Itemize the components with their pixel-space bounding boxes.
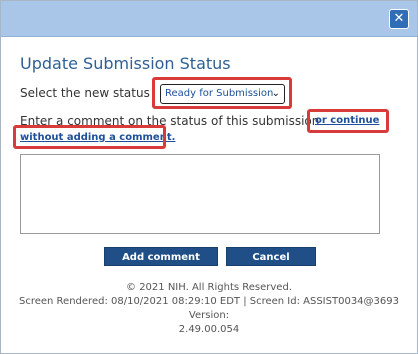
version-label: Version: xyxy=(188,310,230,321)
highlight-continue-link xyxy=(307,109,389,133)
close-icon[interactable]: ✕ xyxy=(389,9,409,29)
select-status-label: Select the new status xyxy=(20,86,150,100)
add-comment-button[interactable]: Add comment xyxy=(104,247,218,266)
highlight-status-select xyxy=(152,77,292,109)
dialog-titlebar: ✕ xyxy=(1,1,417,37)
update-status-dialog: ✕ Update Submission Status Select the ne… xyxy=(0,0,418,354)
dialog-title: Update Submission Status xyxy=(20,54,231,73)
copyright-text: © 2021 NIH. All Rights Reserved. xyxy=(126,282,292,293)
cancel-button[interactable]: Cancel xyxy=(226,247,316,266)
version-value: 2.49.00.054 xyxy=(178,324,240,335)
screen-info-text: Screen Rendered: 08/10/2021 08:29:10 EDT… xyxy=(19,296,399,307)
comment-textarea[interactable] xyxy=(20,154,380,234)
footer: © 2021 NIH. All Rights Reserved. Screen … xyxy=(1,281,417,337)
highlight-continue-link-line2 xyxy=(13,125,166,149)
